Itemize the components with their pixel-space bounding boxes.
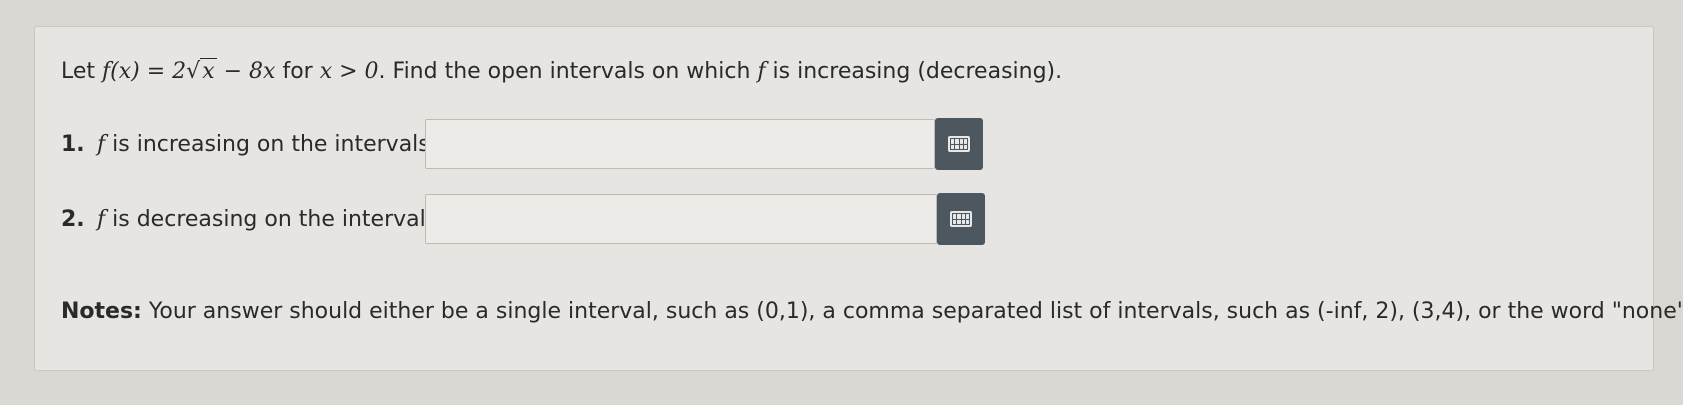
question-item-decreasing: 2. f is decreasing on the intervals	[61, 207, 437, 232]
sqrt-radicand: x	[200, 58, 217, 84]
f-symbol: f	[97, 132, 106, 157]
notes-text: Your answer should either be a single in…	[141, 299, 1683, 324]
function-rhs: − 8x	[216, 59, 276, 84]
notes-heading: Notes:	[61, 299, 142, 324]
decreasing-intervals-input[interactable]	[425, 194, 937, 244]
math-keyboard-button-1[interactable]	[935, 118, 983, 170]
item-label-text: is increasing on the intervals	[105, 132, 430, 157]
f-symbol: f	[757, 59, 766, 84]
item-label: f is increasing on the intervals	[97, 132, 430, 157]
function-lhs: f(x) = 2	[102, 59, 187, 84]
problem-statement: Let f(x) = 2√x − 8x for x > 0. Find the …	[61, 57, 1062, 87]
item-number: 2.	[61, 207, 85, 232]
function-definition: f(x) = 2√x − 8x	[102, 58, 275, 84]
question-text: . Find the open intervals on which	[378, 59, 758, 84]
item-number: 1.	[61, 132, 85, 157]
question-item-increasing: 1. f is increasing on the intervals	[61, 132, 430, 157]
increasing-intervals-input[interactable]	[425, 119, 935, 169]
f-symbol: f	[97, 207, 106, 232]
question-end: is increasing (decreasing).	[765, 59, 1063, 84]
for-text: for	[275, 59, 320, 84]
keyboard-icon	[948, 136, 970, 152]
notes-paragraph: Notes: Your answer should either be a si…	[61, 297, 1683, 327]
statement-intro: Let	[61, 59, 96, 84]
keyboard-icon	[950, 211, 972, 227]
domain-condition: x > 0	[319, 59, 379, 84]
item-label: f is decreasing on the intervals	[97, 207, 437, 232]
math-keyboard-button-2[interactable]	[937, 193, 985, 245]
item-label-text: is decreasing on the intervals	[105, 207, 438, 232]
sqrt-symbol: √	[186, 59, 201, 84]
problem-card: Let f(x) = 2√x − 8x for x > 0. Find the …	[34, 26, 1683, 371]
